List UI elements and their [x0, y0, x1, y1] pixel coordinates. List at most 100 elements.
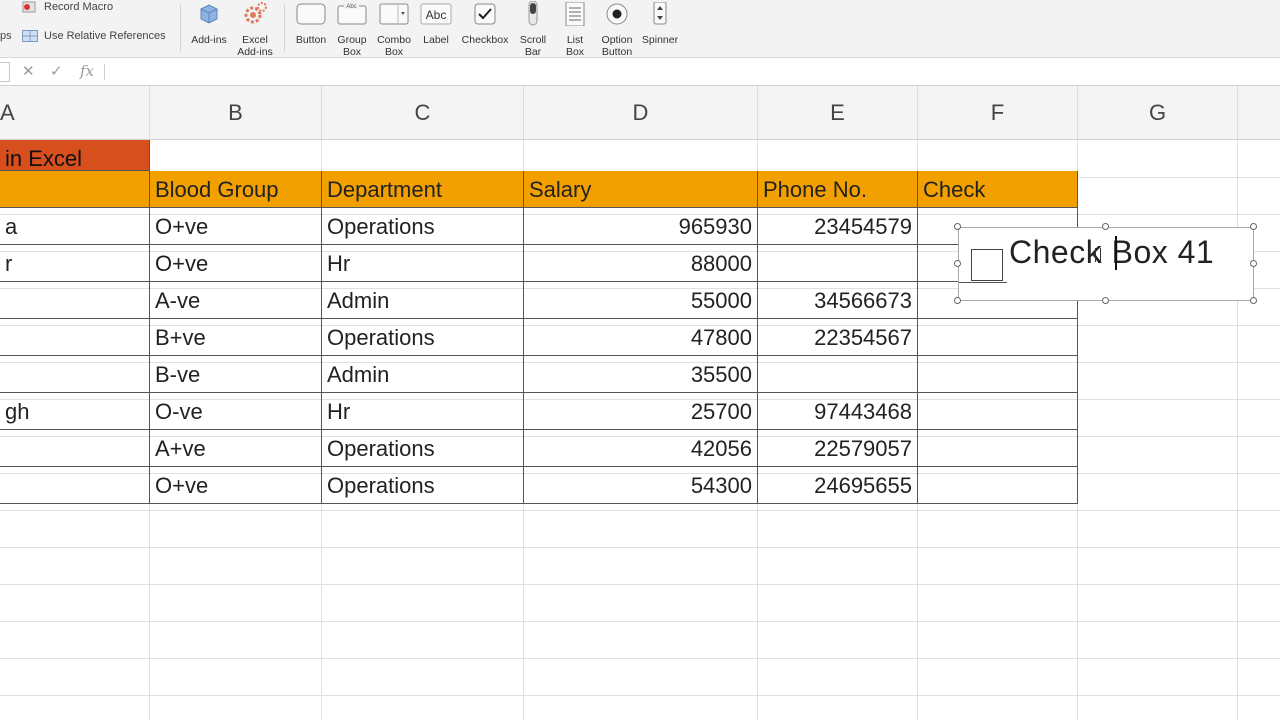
cell-phone[interactable] [758, 245, 917, 282]
checkbox-label[interactable]: Check Box 41 [1009, 234, 1214, 271]
excel-addins-label-1: Excel [242, 34, 268, 46]
excel-addins-button[interactable]: Excel Add-ins [232, 0, 278, 58]
column-header-e[interactable]: E [758, 86, 918, 140]
column-header-d[interactable]: D [524, 86, 758, 140]
resize-handle[interactable] [1102, 297, 1109, 304]
cell-department[interactable]: Admin [322, 356, 523, 393]
cell-blood-group[interactable]: B-ve [150, 356, 321, 393]
form-button-control[interactable]: Button [291, 0, 331, 46]
scroll-bar-control[interactable]: Scroll Bar [516, 0, 550, 58]
checkbox-square[interactable] [971, 249, 1003, 281]
cell-a[interactable] [0, 356, 149, 393]
header-cell-blood-group[interactable]: Blood Group [150, 171, 321, 208]
cell-salary[interactable]: 47800 [524, 319, 757, 356]
column-header-g[interactable]: G [1078, 86, 1238, 140]
function-icon[interactable]: fx [80, 62, 94, 80]
resize-handle[interactable] [1250, 260, 1257, 267]
option-button-control[interactable]: Option Button [596, 0, 638, 58]
cell-salary[interactable]: 88000 [524, 245, 757, 282]
checkbox-control-button[interactable]: Checkbox [458, 0, 512, 46]
cell-phone[interactable]: 24695655 [758, 467, 917, 504]
column-header-c-label: C [414, 99, 431, 125]
cell-salary[interactable]: 55000 [524, 282, 757, 319]
cell-department[interactable]: Operations [322, 319, 523, 356]
cell-phone[interactable] [758, 356, 917, 393]
resize-handle[interactable] [954, 260, 961, 267]
cell-phone[interactable]: 97443468 [758, 393, 917, 430]
gridline [0, 547, 1280, 548]
cell-a[interactable] [0, 282, 149, 319]
name-box[interactable] [0, 62, 10, 82]
cell-phone[interactable]: 22354567 [758, 319, 917, 356]
column-header-h[interactable] [1238, 86, 1280, 140]
cell-a[interactable]: a [0, 208, 149, 245]
addins-button[interactable]: Add-ins [188, 0, 230, 46]
header-cell-department[interactable]: Department [322, 171, 523, 208]
column-header-a[interactable]: A [0, 86, 150, 140]
ribbon-separator [180, 4, 181, 52]
column-header-f[interactable]: F [918, 86, 1078, 140]
spinner-control[interactable]: Spinner [640, 0, 680, 46]
cell-blood-group[interactable]: A+ve [150, 430, 321, 467]
cell-blood-group[interactable]: O+ve [150, 208, 321, 245]
group-box-control[interactable]: Abc Group Box [334, 0, 370, 58]
column-header-b[interactable]: B [150, 86, 322, 140]
cell-blood-group[interactable]: A-ve [150, 282, 321, 319]
cell-department[interactable]: Operations [322, 467, 523, 504]
cell-salary[interactable]: 35500 [524, 356, 757, 393]
cell-department[interactable]: Hr [322, 245, 523, 282]
combo-box-control[interactable]: Combo Box [374, 0, 414, 58]
cell-a[interactable]: r [0, 245, 149, 282]
resize-handle[interactable] [1250, 297, 1257, 304]
column-header-e-label: E [830, 99, 845, 125]
record-macro-button[interactable]: Record Macro [22, 1, 113, 13]
cell-department[interactable]: Admin [322, 282, 523, 319]
button-control-icon [291, 0, 331, 28]
group-box-label-2: Box [342, 46, 362, 58]
resize-handle[interactable] [954, 223, 961, 230]
resize-handle[interactable] [954, 297, 961, 304]
table-border [149, 140, 150, 504]
cell-blood-group[interactable]: O+ve [150, 467, 321, 504]
cancel-icon[interactable]: ✕ [22, 62, 35, 80]
column-header-c[interactable]: C [322, 86, 524, 140]
cell-a[interactable] [0, 467, 149, 504]
formula-input[interactable] [112, 64, 1262, 82]
cell-a[interactable] [0, 430, 149, 467]
header-cell-phone[interactable]: Phone No. [758, 171, 917, 208]
checkbox-form-control[interactable]: Check Box 41 [958, 227, 1254, 301]
resize-handle[interactable] [1250, 223, 1257, 230]
cell-department[interactable]: Operations [322, 208, 523, 245]
developer-ribbon: Record Macro ps Use Relative References … [0, 0, 1280, 58]
cell-phone[interactable]: 23454579 [758, 208, 917, 245]
cell-blood-group[interactable]: O+ve [150, 245, 321, 282]
use-relative-references-button[interactable]: Use Relative References [22, 30, 166, 42]
cell-salary[interactable]: 54300 [524, 467, 757, 504]
cell-a[interactable] [0, 319, 149, 356]
cell-salary[interactable]: 965930 [524, 208, 757, 245]
cell-department[interactable]: Hr [322, 393, 523, 430]
resize-handle[interactable] [1102, 223, 1109, 230]
cell-salary[interactable]: 42056 [524, 430, 757, 467]
column-header-d-label: D [632, 99, 649, 125]
label-icon-text: Abc [426, 8, 447, 22]
cell-a[interactable]: gh [0, 393, 149, 430]
cell-salary[interactable]: 25700 [524, 393, 757, 430]
header-cell-salary[interactable]: Salary [524, 171, 757, 208]
cell-blood-group[interactable]: O-ve [150, 393, 321, 430]
macros-button-partial[interactable]: ps [0, 30, 12, 42]
list-box-control[interactable]: List Box [558, 0, 592, 58]
header-cell-a[interactable] [0, 171, 149, 208]
enter-icon[interactable]: ✓ [50, 62, 63, 80]
cell-blood-group[interactable]: B+ve [150, 319, 321, 356]
cell-department[interactable]: Operations [322, 430, 523, 467]
table-border [0, 244, 958, 245]
list-box-label-2: Box [565, 46, 585, 58]
cell-phone[interactable]: 22579057 [758, 430, 917, 467]
worksheet-grid[interactable]: A B C D E F G in Excel Blood Group Depar… [0, 86, 1280, 720]
header-cell-check[interactable]: Check [918, 171, 1077, 208]
group-box-icon: Abc [334, 0, 370, 28]
i-beam-cursor-icon [1095, 248, 1101, 262]
cell-phone[interactable]: 34566673 [758, 282, 917, 319]
label-control[interactable]: Abc Label [418, 0, 454, 46]
